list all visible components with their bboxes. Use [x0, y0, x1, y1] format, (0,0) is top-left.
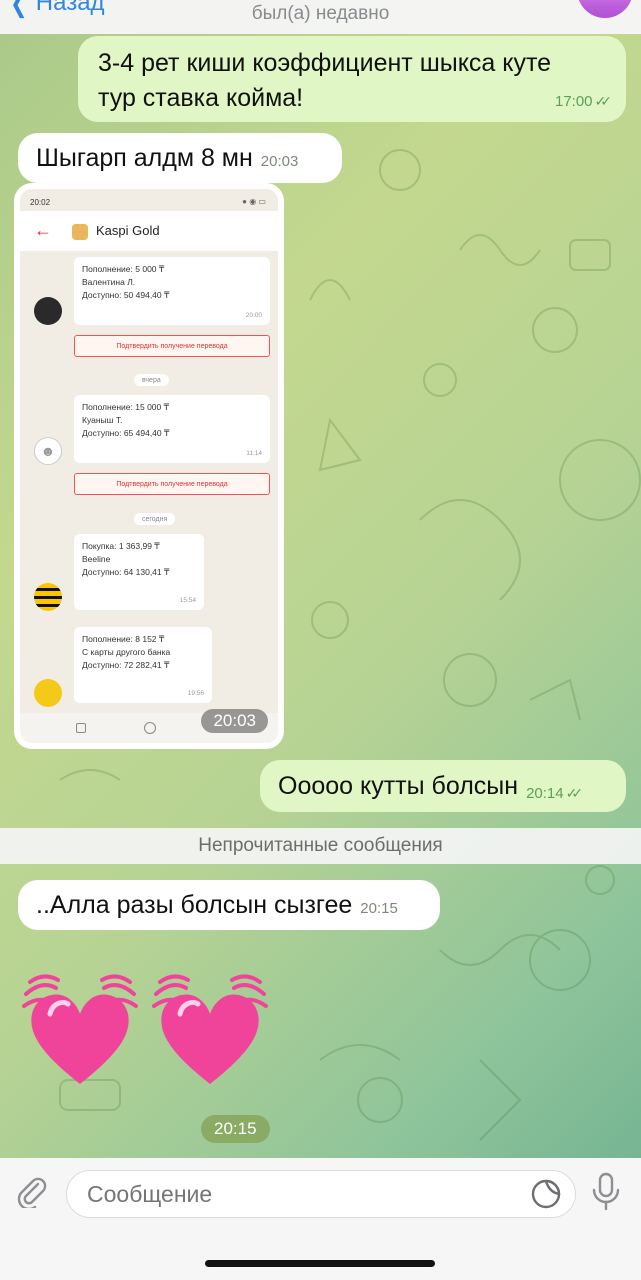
- message-time: 20:03: [201, 709, 268, 733]
- message-bubble-outgoing[interactable]: Ооооо кутты болсын 20:14 ✓✓: [260, 760, 626, 812]
- beeline-logo-icon: [34, 583, 62, 611]
- phone-status-icons: ● ◉ ▭: [242, 197, 266, 206]
- message-time: 20:15: [201, 1115, 270, 1143]
- transaction-amount: Пополнение: 5 000 ₸: [82, 264, 165, 274]
- transaction-balance: Доступно: 50 494,40 ₸: [82, 290, 170, 301]
- transaction-amount: Пополнение: 15 000 ₸: [82, 402, 170, 412]
- contact-status: был(а) недавно: [251, 3, 390, 24]
- recents-icon: [76, 723, 86, 733]
- confirm-transfer-button: Подтвердить получение перевода: [74, 335, 270, 357]
- transaction-balance: Доступно: 64 130,41 ₸: [82, 567, 170, 578]
- unread-messages-divider: Непрочитанные сообщения: [0, 828, 641, 864]
- kaspi-screenshot-image[interactable]: 20:02 ● ◉ ▭ ← Kaspi Gold Пополнение: 5 0…: [20, 189, 278, 743]
- message-text: Шыгарп алдм 8 мн: [36, 143, 253, 172]
- message-time: 17:00: [554, 92, 593, 110]
- transaction-party: Beeline: [82, 554, 111, 565]
- message-bubble-incoming[interactable]: Шыгарп алдм 8 мн 20:03: [18, 133, 342, 183]
- confirm-transfer-button: Подтвердить получение перевода: [74, 473, 270, 495]
- attach-icon[interactable]: [14, 1174, 48, 1208]
- transaction-card: Пополнение: 15 000 ₸ Куаныш Т. Доступно:…: [74, 395, 270, 463]
- home-indicator: [205, 1260, 435, 1267]
- message-time: 20:15: [360, 899, 398, 917]
- mic-icon[interactable]: [590, 1172, 622, 1212]
- transaction-party: Валентина Л.: [82, 277, 136, 288]
- transaction-card: Пополнение: 8 152 ₸ С карты другого банк…: [74, 627, 212, 703]
- home-icon: [144, 722, 156, 734]
- phone-status-time: 20:02: [30, 198, 51, 207]
- message-text: ..Алла разы болсын сызгее: [36, 890, 353, 919]
- bank-coin-icon: [34, 679, 62, 707]
- transaction-time: 20:00: [245, 311, 262, 319]
- kaspi-appbar: ← Kaspi Gold: [20, 211, 278, 251]
- message-image-bubble[interactable]: 20:02 ● ◉ ▭ ← Kaspi Gold Пополнение: 5 0…: [14, 183, 284, 749]
- sticker-icon[interactable]: [530, 1178, 562, 1210]
- transaction-amount: Покупка: 1 363,99 ₸: [82, 541, 160, 551]
- message-input[interactable]: [66, 1170, 576, 1218]
- double-check-icon: ✓✓: [565, 784, 584, 801]
- arrow-left-icon: ←: [34, 220, 52, 240]
- message-text-line: 3-4 рет киши коэффициент шыкса куте: [98, 49, 552, 77]
- heart-icon: [31, 994, 129, 1084]
- message-time: 20:14: [526, 784, 564, 802]
- beating-heart-emoji[interactable]: [22, 972, 138, 1090]
- beating-heart-emoji[interactable]: [152, 972, 268, 1090]
- avatar: [34, 297, 62, 325]
- message-text: Ооооо кутты болсын: [278, 771, 519, 800]
- double-check-icon: ✓✓: [594, 92, 613, 109]
- transaction-time: 15:54: [179, 596, 196, 604]
- kaspi-title: Kaspi Gold: [96, 223, 160, 238]
- transaction-balance: Доступно: 72 282,41 ₸: [82, 660, 170, 671]
- day-divider: вчера: [134, 374, 169, 386]
- message-bubble-outgoing[interactable]: 3-4 рет киши коэффициент шыкса куте тур …: [78, 36, 626, 122]
- transaction-time: 11:14: [246, 449, 262, 457]
- transaction-time: 19:56: [187, 689, 204, 697]
- transaction-amount: Пополнение: 8 152 ₸: [82, 634, 165, 644]
- transaction-party: Куаныш Т.: [82, 415, 123, 426]
- transaction-party: С карты другого банка: [82, 647, 171, 658]
- transaction-balance: Доступно: 65 494,40 ₸: [82, 428, 170, 439]
- message-bubble-incoming[interactable]: ..Алла разы болсын сызгее 20:15: [18, 880, 440, 930]
- avatar: ☻: [34, 437, 62, 465]
- transaction-card: Пополнение: 5 000 ₸ Валентина Л. Доступн…: [74, 257, 270, 325]
- message-time: 20:03: [260, 152, 299, 170]
- day-divider: сегодня: [134, 513, 176, 525]
- chat-header: ❮ Назад был(а) недавно: [0, 0, 641, 34]
- kaspi-gold-logo-icon: [72, 224, 88, 240]
- heart-icon: [161, 994, 259, 1084]
- message-text-line: тур ставка койма!: [98, 83, 304, 112]
- transaction-card: Покупка: 1 363,99 ₸ Beeline Доступно: 64…: [74, 534, 204, 610]
